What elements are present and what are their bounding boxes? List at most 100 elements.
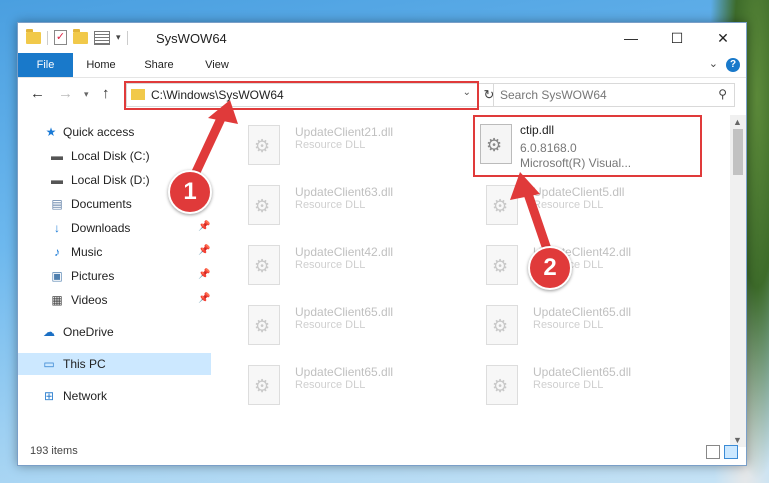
file-name: UpdateClient65.dll xyxy=(533,305,632,319)
callout-number-1: 1 xyxy=(168,170,212,214)
details-view-icon[interactable] xyxy=(706,445,720,459)
dll-file-icon xyxy=(248,305,280,345)
drive-icon: ▬ xyxy=(51,149,63,163)
file-name: UpdateClient65.dll xyxy=(295,365,394,379)
search-input[interactable]: Search SysWOW64 ⚲ xyxy=(493,83,735,107)
sidebar-item-label: Downloads xyxy=(71,221,131,235)
dll-file-icon xyxy=(486,305,518,345)
sidebar-item-label: This PC xyxy=(63,357,106,371)
close-button[interactable]: ✕ xyxy=(700,23,746,53)
expand-ribbon-icon[interactable]: ⌄ xyxy=(709,57,718,70)
sidebar-item-pictures[interactable]: ▣ Pictures 📌 xyxy=(18,265,211,287)
sidebar-item-quick-access[interactable]: ★ Quick access xyxy=(18,121,211,143)
sidebar-item-label: Network xyxy=(63,389,108,403)
window-title: SysWOW64 xyxy=(156,31,227,46)
sidebar-item-local-disk-c[interactable]: ▬ Local Disk (C:) xyxy=(18,145,211,167)
sidebar-item-this-pc[interactable]: ▭ This PC xyxy=(18,353,211,375)
title-bar: ✓ ▾ SysWOW64 — ☐ ✕ xyxy=(18,23,746,53)
file-type: Resource DLL xyxy=(295,139,366,151)
file-item[interactable]: UpdateClient63.dll Resource DLL xyxy=(238,177,458,233)
file-type: Resource DLL xyxy=(295,259,366,271)
sidebar-item-label: Quick access xyxy=(63,125,135,139)
star-icon: ★ xyxy=(45,125,57,139)
separator xyxy=(47,30,48,45)
file-item[interactable]: UpdateClient5.dll Resource DLL xyxy=(476,177,696,233)
file-item[interactable]: UpdateClient65.dll Resource DLL xyxy=(238,357,458,413)
dll-file-icon xyxy=(486,365,518,405)
sidebar-item-label: Local Disk (D:) xyxy=(71,173,150,187)
pin-icon[interactable]: 📌 xyxy=(198,293,210,304)
sidebar-item-onedrive[interactable]: ☁ OneDrive xyxy=(18,321,211,343)
file-item[interactable]: UpdateClient21.dll Resource DLL xyxy=(238,117,458,173)
sidebar-item-music[interactable]: ♪ Music 📌 xyxy=(18,241,211,263)
sidebar-item-label: OneDrive xyxy=(63,325,114,339)
tab-share[interactable]: Share xyxy=(138,53,180,77)
file-name: UpdateClient65.dll xyxy=(533,365,632,379)
file-item[interactable]: UpdateClient42.dll Resource DLL xyxy=(476,237,696,293)
tiles-view-icon[interactable] xyxy=(724,445,738,459)
dll-file-icon xyxy=(248,245,280,285)
network-icon: ⊞ xyxy=(43,389,55,403)
folder-icon[interactable] xyxy=(26,28,41,44)
file-explorer-window: ✓ ▾ SysWOW64 — ☐ ✕ File Home Share View … xyxy=(17,22,747,466)
vertical-scrollbar[interactable]: ▲ ▼ xyxy=(730,115,746,447)
minimize-button[interactable]: — xyxy=(608,23,654,53)
file-item[interactable]: UpdateClient65.dll Resource DLL xyxy=(476,357,696,413)
file-name: ctip.dll xyxy=(520,123,555,137)
file-type: Resource DLL xyxy=(295,379,366,391)
forward-arrow-icon[interactable]: → xyxy=(58,85,73,102)
selected-file-ctip[interactable]: ctip.dll 6.0.8168.0 Microsoft(R) Visual.… xyxy=(473,115,702,177)
maximize-button[interactable]: ☐ xyxy=(654,23,700,53)
video-icon: ▦ xyxy=(51,293,63,307)
search-placeholder: Search SysWOW64 xyxy=(500,88,607,102)
file-type: Resource DLL xyxy=(533,199,604,211)
back-arrow-icon[interactable]: ← xyxy=(30,85,45,102)
quick-access-toolbar: ✓ ▾ xyxy=(26,28,128,45)
file-type: Resource DLL xyxy=(533,379,604,391)
sidebar-item-label: Pictures xyxy=(71,269,115,283)
scroll-up-icon[interactable]: ▲ xyxy=(733,117,742,127)
search-icon: ⚲ xyxy=(718,87,727,101)
sidebar-item-downloads[interactable]: ↓ Downloads 📌 xyxy=(18,217,211,239)
dll-file-icon xyxy=(486,245,518,285)
file-item[interactable]: UpdateClient65.dll Resource DLL xyxy=(238,297,458,353)
pin-icon[interactable]: 📌 xyxy=(198,221,210,232)
computer-icon: ▭ xyxy=(43,357,55,371)
file-type: Resource DLL xyxy=(295,319,366,331)
dll-file-icon xyxy=(248,125,280,165)
view-toggles xyxy=(706,445,738,459)
pin-icon[interactable]: 📌 xyxy=(198,269,210,280)
sidebar-item-videos[interactable]: ▦ Videos 📌 xyxy=(18,289,211,311)
file-type: Resource DLL xyxy=(295,199,366,211)
file-name: UpdateClient63.dll xyxy=(295,185,394,199)
callout-number-2: 2 xyxy=(528,246,572,290)
dll-file-icon xyxy=(248,185,280,225)
file-name: UpdateClient21.dll xyxy=(295,125,394,139)
tab-home[interactable]: Home xyxy=(80,53,122,77)
pin-icon[interactable]: 📌 xyxy=(198,245,210,256)
music-icon: ♪ xyxy=(54,245,60,259)
tab-file[interactable]: File xyxy=(18,53,73,77)
up-arrow-icon[interactable]: ↑ xyxy=(102,85,110,102)
document-icon: ▤ xyxy=(51,197,63,211)
properties-icon[interactable] xyxy=(94,30,110,45)
dll-file-icon xyxy=(480,124,512,164)
file-item[interactable]: UpdateClient65.dll Resource DLL xyxy=(476,297,696,353)
recent-locations-icon[interactable]: ▾ xyxy=(84,89,89,100)
help-icon[interactable]: ? xyxy=(726,58,740,72)
sidebar-item-network[interactable]: ⊞ Network xyxy=(18,385,211,407)
new-folder-icon[interactable] xyxy=(73,28,88,44)
navigation-pane: ★ Quick access ▬ Local Disk (C:) ▬ Local… xyxy=(18,115,211,445)
tab-view[interactable]: View xyxy=(196,53,238,77)
file-version: 6.0.8168.0 xyxy=(520,141,577,155)
properties-check-icon[interactable]: ✓ xyxy=(54,30,67,45)
file-list: UpdateClient21.dll Resource DLL UpdateCl… xyxy=(228,115,728,445)
customize-toolbar-icon[interactable]: ▾ xyxy=(116,32,121,43)
picture-icon: ▣ xyxy=(51,269,63,283)
file-item[interactable]: UpdateClient42.dll Resource DLL xyxy=(238,237,458,293)
file-name: UpdateClient65.dll xyxy=(295,305,394,319)
item-count: 193 items xyxy=(30,445,78,457)
drive-icon: ▬ xyxy=(51,173,63,187)
scroll-thumb[interactable] xyxy=(733,129,743,175)
window-controls: — ☐ ✕ xyxy=(608,23,746,53)
